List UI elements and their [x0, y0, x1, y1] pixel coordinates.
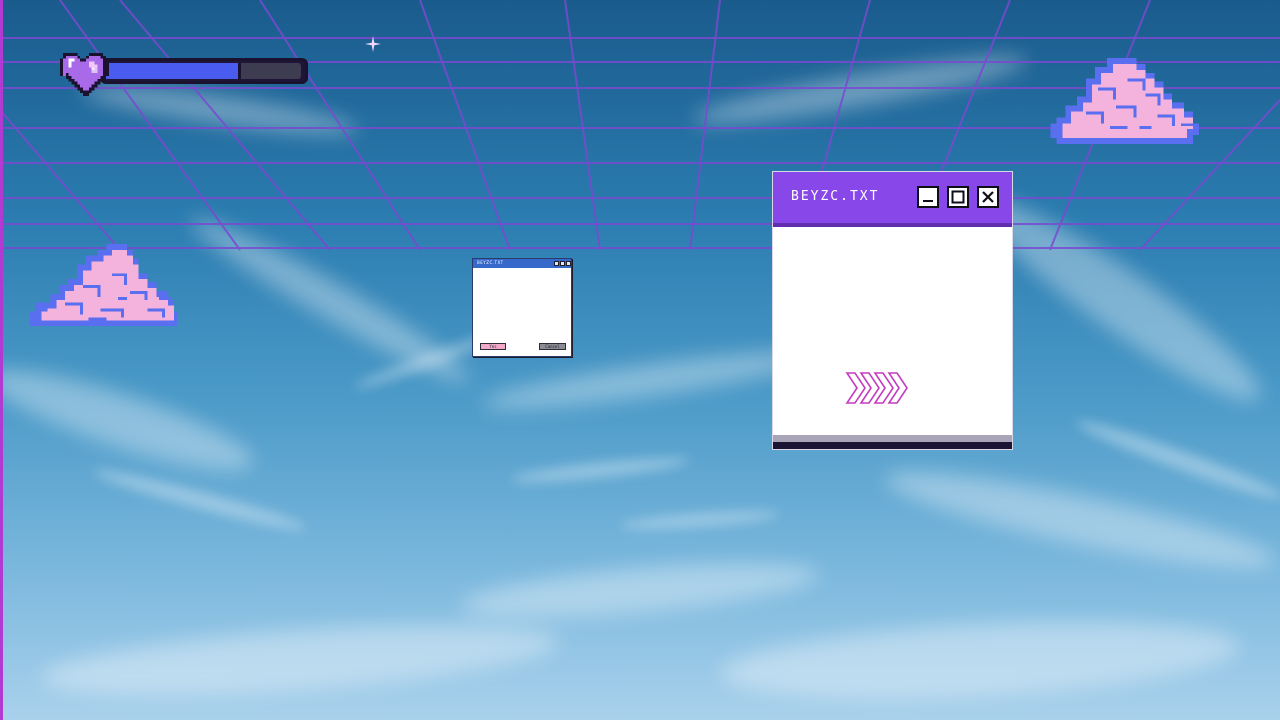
mini-dialog-window[interactable]: BEYZC.TXT Yes Cancel: [472, 258, 572, 357]
close-icon[interactable]: [566, 261, 571, 266]
close-button[interactable]: [977, 186, 999, 208]
mini-dialog-titlebar[interactable]: BEYZC.TXT: [473, 259, 571, 268]
minimize-icon[interactable]: [554, 261, 559, 266]
minimize-button[interactable]: [917, 186, 939, 208]
pixel-cloud-right: [1050, 57, 1199, 145]
window-footer: [773, 435, 1012, 449]
maximize-icon[interactable]: [560, 261, 565, 266]
heart-icon: [60, 52, 109, 96]
sparkle-icon: [365, 36, 381, 52]
mini-dialog-title: BEYZC.TXT: [477, 260, 504, 265]
minimize-icon: [923, 200, 933, 202]
health-bar: [56, 50, 312, 96]
chevron-right-icon[interactable]: [845, 370, 909, 406]
maximize-icon: [951, 190, 965, 204]
cancel-button[interactable]: Cancel: [539, 343, 566, 350]
yes-button[interactable]: Yes: [480, 343, 506, 350]
left-edge-accent: [0, 0, 3, 720]
health-bar-track: [100, 58, 308, 84]
health-bar-fill: [105, 63, 242, 79]
pixel-cloud-left: [29, 243, 177, 327]
close-icon: [982, 191, 994, 203]
window-title: BEYZC.TXT: [791, 189, 880, 204]
text-file-window[interactable]: BEYZC.TXT: [772, 171, 1013, 450]
window-titlebar[interactable]: BEYZC.TXT: [773, 172, 1012, 227]
maximize-button[interactable]: [947, 186, 969, 208]
